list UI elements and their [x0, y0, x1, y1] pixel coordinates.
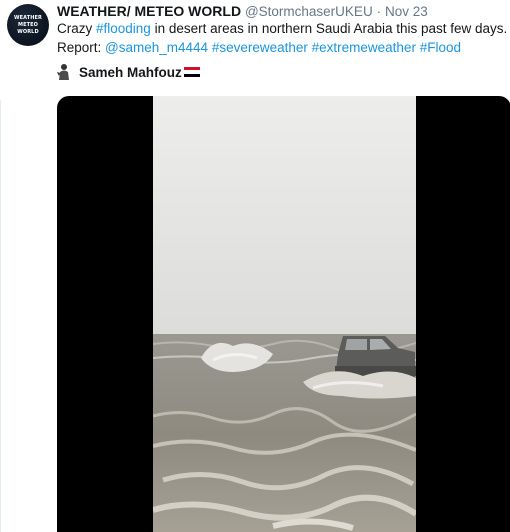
video-player[interactable]: [57, 96, 510, 532]
egypt-flag-icon: [183, 66, 200, 78]
tweet-text: Crazy #flooding in desert areas in north…: [57, 19, 507, 57]
tweet-text-line-2: Report: @sameh_m4444 #severeweather #ext…: [57, 38, 507, 57]
tweet-text-line-1: Crazy #flooding in desert areas in north…: [57, 19, 507, 38]
avatar-text-line: WEATHER: [14, 14, 42, 21]
divider: [0, 100, 1, 532]
text-segment: Crazy: [57, 21, 97, 36]
author-handle[interactable]: @StormchaserUKEU: [245, 4, 373, 19]
text-segment: in desert areas in northern Saudi Arabia…: [150, 21, 508, 36]
hashtag-link-flooding[interactable]: #flooding: [96, 21, 151, 36]
credit-name: Sameh Mahfouz: [79, 64, 182, 80]
tweet-date[interactable]: Nov 23: [385, 4, 428, 19]
avatar[interactable]: WEATHER METEO WORLD: [7, 4, 49, 46]
avatar-text-line: METEO: [18, 21, 38, 28]
media-credit[interactable]: Sameh Mahfouz: [57, 62, 200, 82]
separator-dot: ·: [376, 4, 382, 19]
hashtag-link-flood[interactable]: #Flood: [420, 40, 461, 55]
video-frame[interactable]: [153, 96, 416, 532]
user-icon: [57, 64, 69, 80]
hashtag-link-severeweather[interactable]: #severeweather: [212, 40, 308, 55]
report-label: Report:: [57, 40, 106, 55]
avatar-text-line: WORLD: [17, 28, 39, 35]
tweet-card[interactable]: WEATHER METEO WORLD WEATHER/ METEO WORLD…: [0, 0, 510, 532]
author-display-name[interactable]: WEATHER/ METEO WORLD: [57, 3, 241, 19]
hashtag-link-extremeweather[interactable]: #extremeweather: [312, 40, 416, 55]
mention-link[interactable]: @sameh_m4444: [105, 40, 208, 55]
